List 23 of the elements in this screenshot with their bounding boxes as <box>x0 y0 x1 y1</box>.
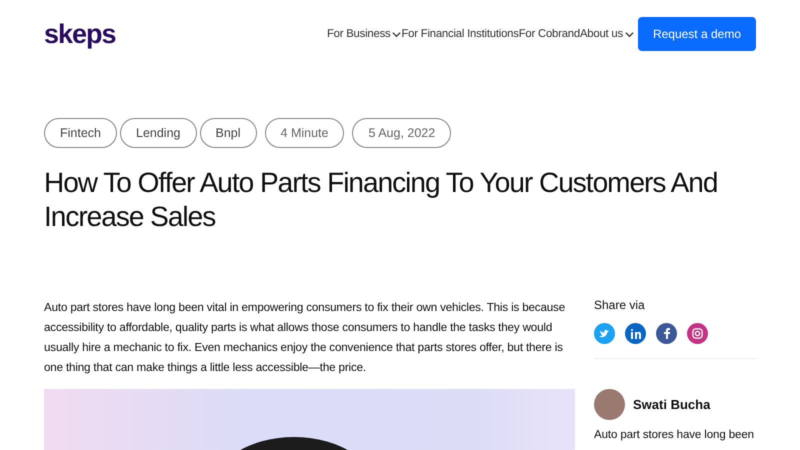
logo[interactable]: skeps <box>44 18 116 50</box>
twitter-icon[interactable] <box>594 323 615 344</box>
linkedin-icon[interactable] <box>625 323 646 344</box>
tag-pill[interactable]: Lending <box>120 118 196 148</box>
tag-pill[interactable]: Fintech <box>44 118 117 148</box>
nav-link[interactable]: For Financial Institutions <box>401 28 519 40</box>
article-paragraph: Auto part stores have long been vital in empowering consumers to fix their own vehicles. This is because accessibility to affordable, quality parts is what allows those consumers to handle the tasks they would usually hire a mechanic to fix. Even mechanics enjoy the convenience that parts stores offer, but there is one thing that can make things a little less accessible—the price. <box>44 300 566 376</box>
instagram-icon[interactable] <box>687 323 708 344</box>
nav-link[interactable]: For Business <box>326 28 402 40</box>
request-demo-button[interactable]: Request a demo <box>638 17 756 51</box>
nav-link[interactable]: About us <box>580 28 634 40</box>
chevron-down-icon <box>392 30 402 38</box>
avatar <box>594 389 625 420</box>
facebook-icon[interactable] <box>656 323 677 344</box>
article-title: How To Offer Auto Parts Financing To Your Customers And Increase Sales <box>44 166 718 234</box>
nav-link[interactable]: For Cobrand <box>518 28 580 40</box>
author-name: Swati Bucha <box>633 397 710 412</box>
chevron-down-icon <box>624 30 634 38</box>
meta-pill: 5 Aug, 2022 <box>352 118 452 148</box>
meta-pill: 4 Minute <box>264 118 344 148</box>
tag-pill[interactable]: Bnpl <box>200 118 257 148</box>
share-label: Share via <box>594 298 646 312</box>
author-bio: Auto part stores have long been <box>594 428 754 443</box>
